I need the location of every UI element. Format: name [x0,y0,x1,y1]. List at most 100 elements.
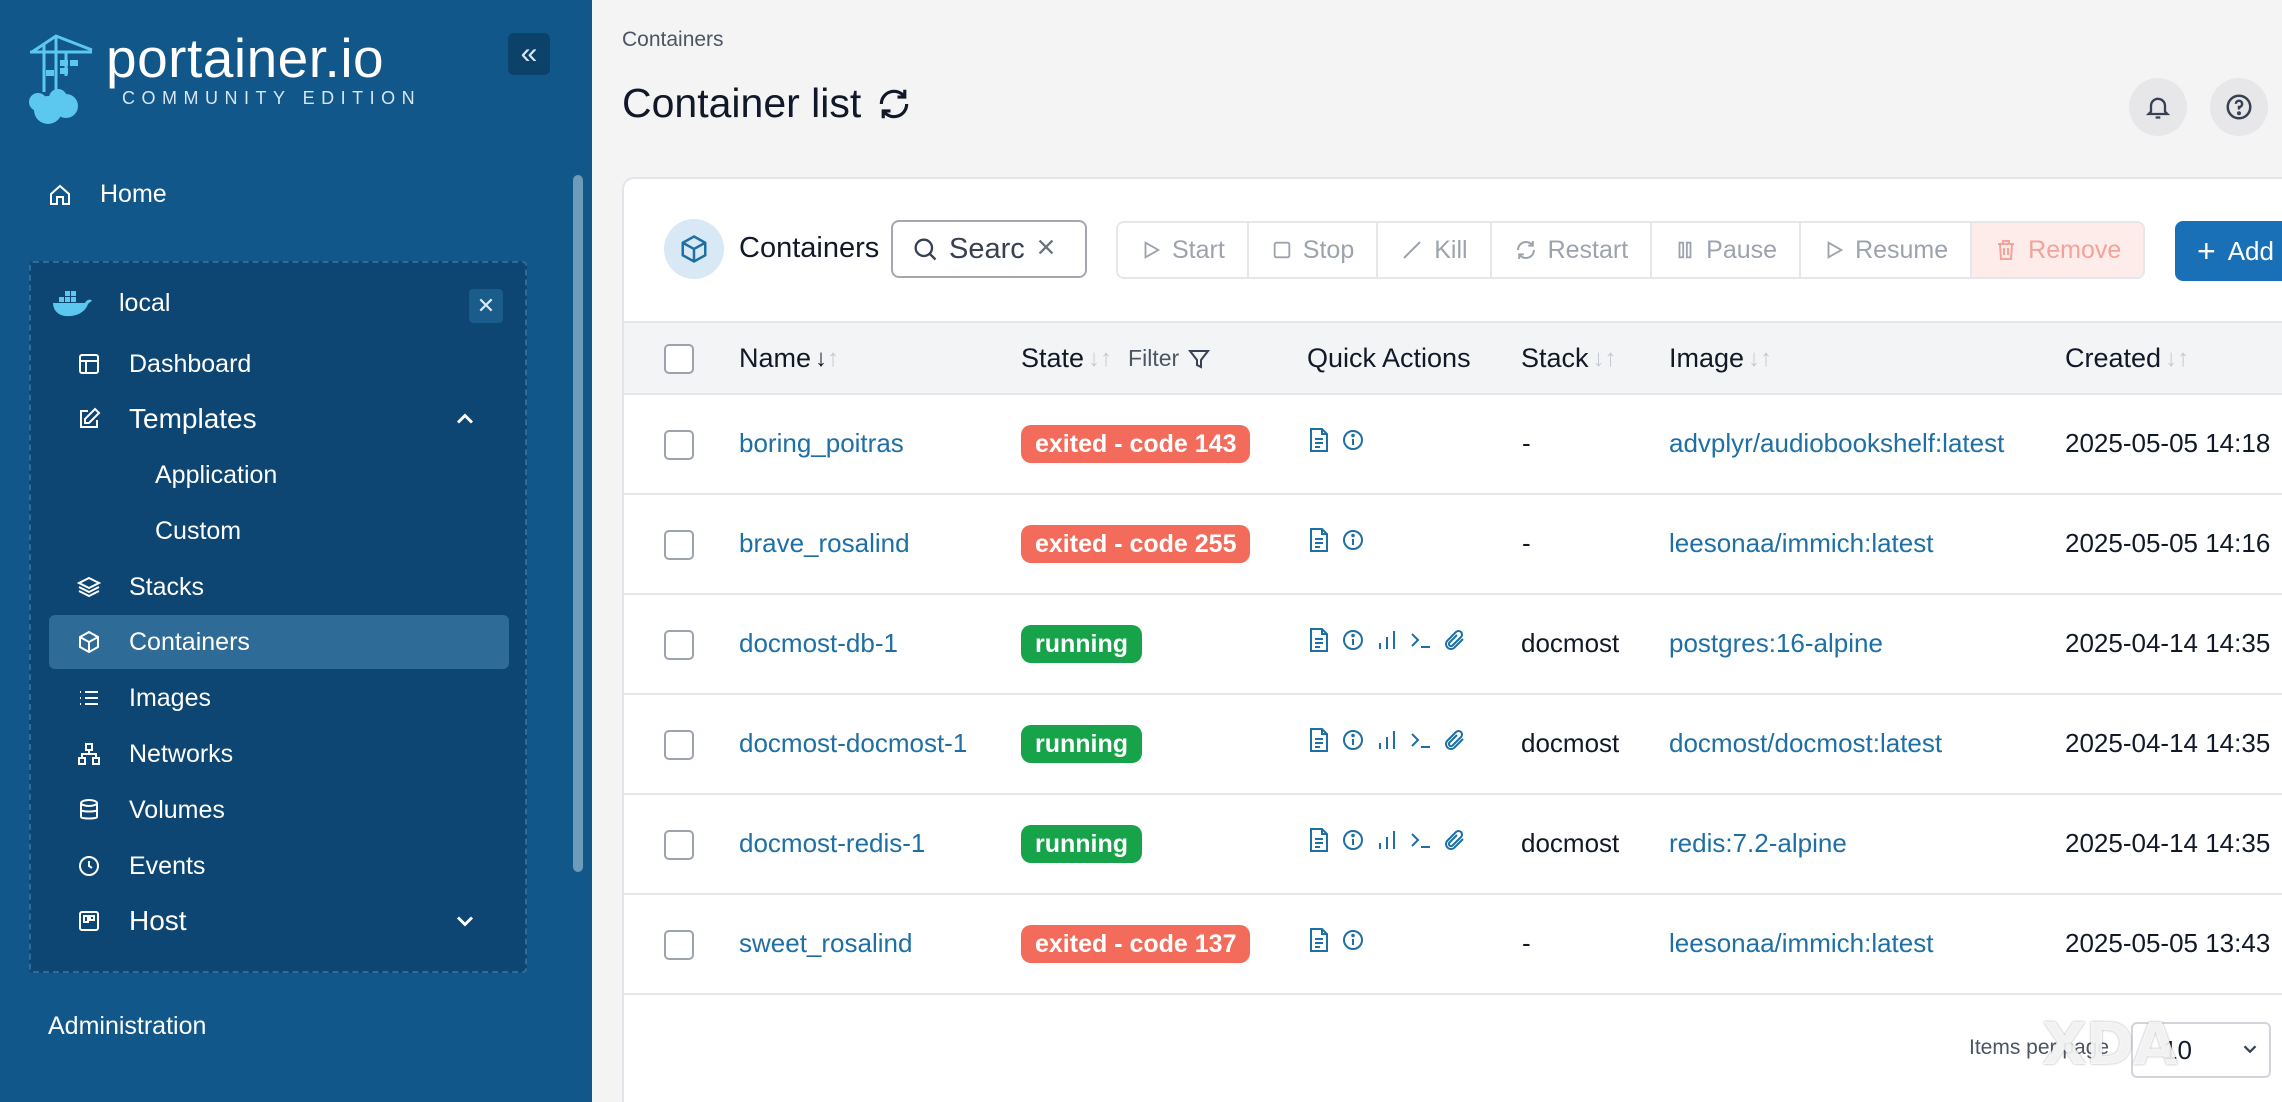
clear-search-icon[interactable] [1035,233,1057,266]
double-chevron-left-icon: « [520,37,538,70]
help-button[interactable] [2210,78,2268,136]
state-filter-button[interactable]: Filter [1128,345,1211,372]
search-input[interactable]: Searc [891,220,1087,278]
logs-icon[interactable] [1307,525,1331,555]
sidebar-section-administration[interactable]: Administration [48,1012,206,1041]
info-icon[interactable] [1341,625,1365,655]
bell-icon [2145,97,2171,119]
column-stack-label: Stack [1521,343,1589,373]
notifications-button[interactable] [2129,78,2187,136]
quick-actions [1307,625,1477,655]
row-checkbox[interactable] [664,930,694,960]
row-checkbox[interactable] [664,630,694,660]
column-created[interactable]: Created ↓↑ [2065,343,2189,374]
sort-icon[interactable]: ↓↑ [2165,345,2189,373]
pause-button[interactable]: Pause [1652,223,1802,277]
info-icon[interactable] [1341,425,1365,455]
sidebar-item-networks[interactable]: Networks [49,727,509,781]
container-name-link[interactable]: boring_poitras [739,428,904,459]
row-checkbox[interactable] [664,730,694,760]
row-checkbox[interactable] [664,830,694,860]
table-row: docmost-docmost-1 running docmost docmost/d… [624,695,2282,795]
row-checkbox[interactable] [664,430,694,460]
restart-button[interactable]: Restart [1491,223,1653,277]
containers-badge [664,219,724,279]
logs-icon[interactable] [1307,925,1331,955]
console-icon[interactable] [1409,625,1433,655]
column-state[interactable]: State ↓↑ Filter [1021,343,1211,374]
stats-icon[interactable] [1375,825,1399,855]
refresh-icon[interactable] [875,85,913,123]
select-all-checkbox[interactable] [664,344,694,374]
stats-icon[interactable] [1375,625,1399,655]
info-icon[interactable] [1341,725,1365,755]
sort-icon[interactable]: ↓↑ [1748,345,1772,373]
stop-label: Stop [1302,235,1355,264]
remove-button[interactable]: Remove [1972,223,2144,277]
sidebar-item-events[interactable]: Events [49,839,509,893]
environment-panel: local ✕ Dashboard Templates Application … [29,261,527,973]
info-icon[interactable] [1341,825,1365,855]
container-name-link[interactable]: docmost-redis-1 [739,828,925,859]
list-icon [75,684,103,712]
sort-icon[interactable]: ↓↑ [1593,345,1617,373]
info-icon[interactable] [1341,525,1365,555]
image-link[interactable]: leesonaa/immich:latest [1669,528,1933,559]
container-name-link[interactable]: docmost-db-1 [739,628,898,659]
image-link[interactable]: advplyr/audiobookshelf:latest [1669,428,2004,459]
logs-icon[interactable] [1307,425,1331,455]
logs-icon[interactable] [1307,625,1331,655]
container-name-link[interactable]: docmost-docmost-1 [739,728,967,759]
kill-button[interactable]: Kill [1378,223,1492,277]
console-icon[interactable] [1409,725,1433,755]
status-badge: exited - code 255 [1021,525,1251,563]
sidebar-item-stacks[interactable]: Stacks [49,560,509,614]
attach-icon[interactable] [1443,625,1467,655]
database-icon [75,796,103,824]
container-name-link[interactable]: brave_rosalind [739,528,910,559]
portainer-logo[interactable]: portainer.io COMMUNITY EDITION [26,30,421,126]
image-link[interactable]: redis:7.2-alpine [1669,828,1847,859]
sidebar-item-application[interactable]: Application [49,448,509,502]
collapse-sidebar-button[interactable]: « [508,33,550,75]
column-name[interactable]: Name ↓↑ [739,343,839,374]
filter-label: Filter [1128,345,1180,371]
stop-button[interactable]: Stop [1248,223,1379,277]
sort-icon[interactable]: ↓↑ [1088,345,1112,373]
stats-icon[interactable] [1375,725,1399,755]
sort-icon[interactable]: ↓↑ [815,345,839,373]
resume-button[interactable]: Resume [1801,223,1973,277]
attach-icon[interactable] [1443,825,1467,855]
sidebar-item-images[interactable]: Images [49,671,509,725]
breadcrumb[interactable]: Containers [622,28,724,52]
sidebar-item-custom[interactable]: Custom [49,504,509,558]
image-link[interactable]: postgres:16-alpine [1669,628,1883,659]
column-image[interactable]: Image ↓↑ [1669,343,1772,374]
search-value[interactable]: Searc [949,233,1025,266]
sidebar-item-host[interactable]: Host [49,894,509,948]
search-icon [914,238,937,261]
sidebar-item-containers[interactable]: Containers [49,615,509,669]
created-cell: 2025-05-05 14:18 [2065,428,2271,458]
container-name-link[interactable]: sweet_rosalind [739,928,912,959]
sidebar-scrollbar[interactable] [573,175,583,872]
sidebar-item-dashboard[interactable]: Dashboard [49,337,509,391]
info-icon[interactable] [1341,925,1365,955]
sidebar-item-home[interactable]: Home [46,180,167,209]
logs-icon[interactable] [1307,725,1331,755]
start-button[interactable]: Start [1118,223,1249,277]
close-environment-button[interactable]: ✕ [469,289,503,323]
image-link[interactable]: docmost/docmost:latest [1669,728,1942,759]
sidebar-item-volumes[interactable]: Volumes [49,783,509,837]
row-checkbox[interactable] [664,530,694,560]
attach-icon[interactable] [1443,725,1467,755]
environment-header[interactable]: local ✕ [51,279,511,327]
docker-icon [53,291,92,317]
resume-label: Resume [1855,235,1949,264]
image-link[interactable]: leesonaa/immich:latest [1669,928,1933,959]
column-stack[interactable]: Stack ↓↑ [1521,343,1617,374]
logs-icon[interactable] [1307,825,1331,855]
sidebar-item-templates[interactable]: Templates [49,392,509,446]
console-icon[interactable] [1409,825,1433,855]
add-container-button[interactable]: + Add [2175,221,2282,281]
